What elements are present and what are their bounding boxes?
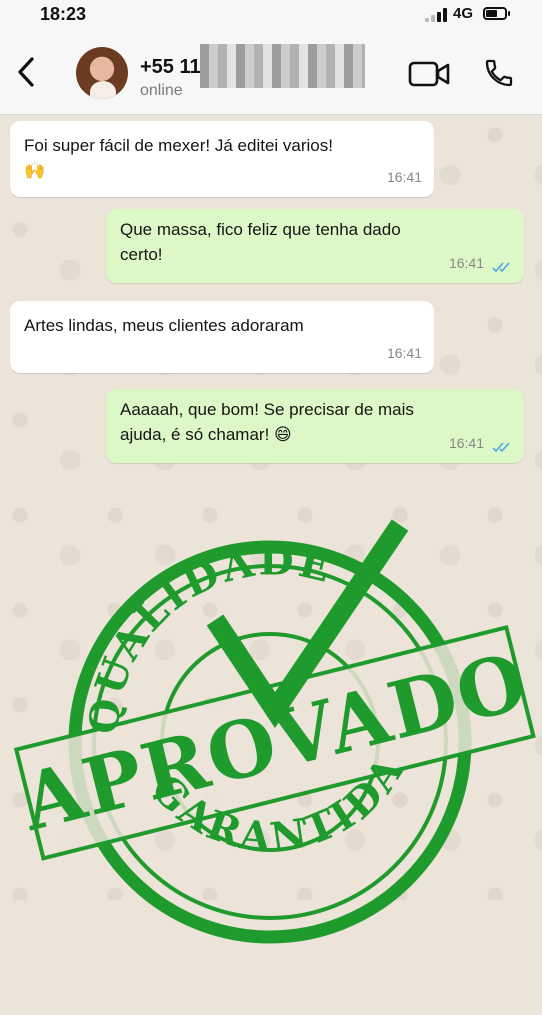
redacted-number xyxy=(200,44,365,88)
battery-icon xyxy=(483,7,510,20)
contact-avatar[interactable] xyxy=(76,47,128,99)
message-time: 16:41 xyxy=(386,169,422,185)
approved-quality-stamp: QUALIDADE GARANTIDA APROVADO xyxy=(12,519,537,944)
contact-status: online xyxy=(140,82,183,99)
message-time: 16:41 xyxy=(448,435,484,451)
message-bubble-incoming[interactable]: Artes lindas, meus clientes adoraram 16:… xyxy=(10,301,434,373)
video-call-button[interactable] xyxy=(408,60,450,88)
status-time: 18:23 xyxy=(40,4,87,24)
voice-call-button[interactable] xyxy=(483,57,515,89)
message-bubble-outgoing[interactable]: Aaaaah, que bom! Se precisar de mais aju… xyxy=(106,389,524,463)
phone-icon xyxy=(485,59,513,87)
signal-strength-icon xyxy=(425,8,449,22)
chat-header: +55 11 online xyxy=(0,30,542,115)
chat-area[interactable]: Foi super fácil de mexer! Já editei vari… xyxy=(0,115,542,944)
message-text: Foi super fácil de mexer! Já editei vari… xyxy=(24,136,333,155)
read-receipt-icon xyxy=(492,442,510,453)
stamp-bottom-text: GARANTIDA xyxy=(142,746,415,861)
stamp-top-text: QUALIDADE xyxy=(80,537,338,736)
status-bar: 18:23 4G xyxy=(0,0,542,30)
message-bubble-outgoing[interactable]: Que massa, fico feliz que tenha dado cer… xyxy=(106,209,524,283)
check-mark-icon xyxy=(206,519,409,728)
back-button[interactable] xyxy=(12,54,42,90)
video-call-icon xyxy=(408,61,450,87)
stamp-main-text: APROVADO xyxy=(12,636,537,850)
network-type-label: 4G xyxy=(453,5,474,22)
raising-hands-emoji: 🙌 xyxy=(24,161,46,181)
message-time: 16:41 xyxy=(386,345,422,361)
message-text: Artes lindas, meus clientes adoraram xyxy=(24,316,304,335)
contact-name[interactable]: +55 11 xyxy=(140,56,201,79)
message-bubble-incoming[interactable]: Foi super fácil de mexer! Já editei vari… xyxy=(10,121,434,197)
back-arrow-icon xyxy=(18,57,34,87)
message-time: 16:41 xyxy=(448,255,484,271)
read-receipt-icon xyxy=(492,262,510,273)
grinning-face-emoji: 😄 xyxy=(274,425,292,445)
